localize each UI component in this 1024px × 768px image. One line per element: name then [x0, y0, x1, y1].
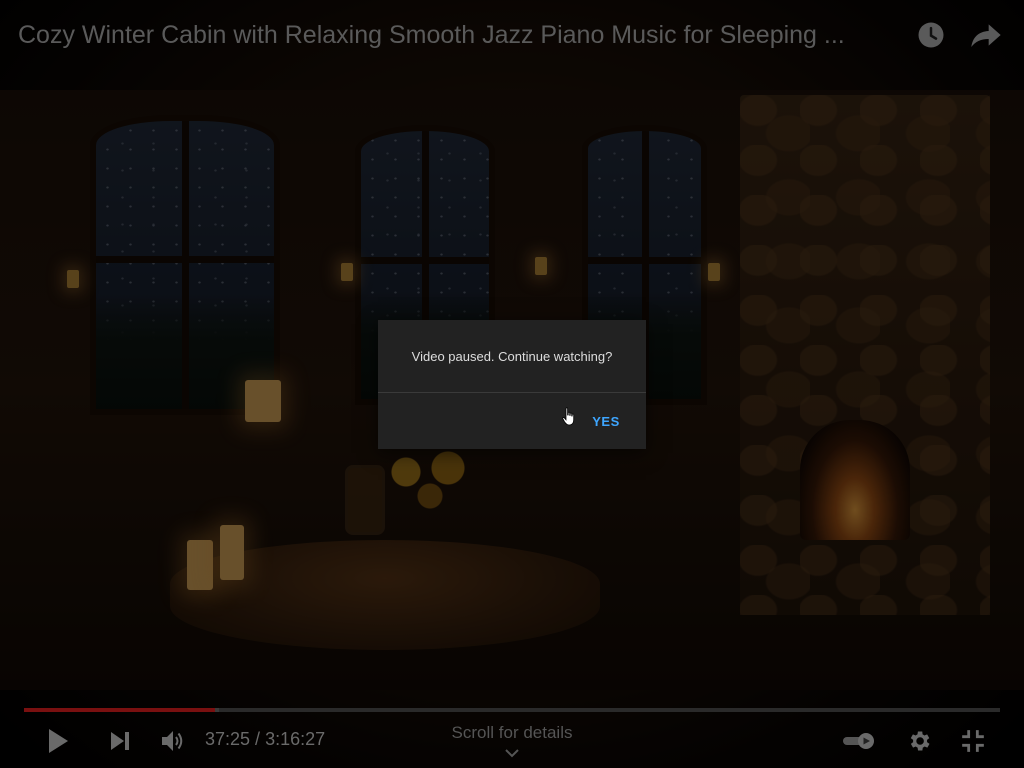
yes-button[interactable]: YES [580, 410, 632, 432]
settings-button[interactable] [902, 724, 936, 758]
current-time: 37:25 [205, 729, 251, 749]
continue-watching-dialog: Video paused. Continue watching? YES [378, 320, 646, 449]
time-display: 37:25 / 3:16:27 [205, 729, 325, 750]
duration: 3:16:27 [265, 729, 326, 749]
volume-icon [162, 731, 183, 751]
skip-next-icon [111, 732, 129, 750]
play-button[interactable] [41, 724, 75, 758]
video-title: Cozy Winter Cabin with Relaxing Smooth J… [18, 21, 845, 49]
gear-icon [910, 731, 930, 751]
volume-button[interactable] [156, 724, 190, 758]
chevron-down-icon[interactable] [503, 746, 521, 760]
exit-fullscreen-icon [962, 730, 984, 752]
share-button[interactable] [969, 18, 1003, 52]
scroll-for-details[interactable]: Scroll for details [412, 723, 612, 743]
play-icon [49, 729, 68, 753]
progress-played [24, 708, 215, 712]
dialog-divider [378, 392, 646, 393]
watch-later-button[interactable] [914, 18, 948, 52]
dialog-message: Video paused. Continue watching? [411, 348, 613, 364]
autoplay-toggle[interactable] [842, 724, 876, 758]
time-separator: / [250, 729, 266, 749]
exit-fullscreen-button[interactable] [956, 724, 990, 758]
progress-bar[interactable] [24, 708, 1000, 712]
hand-cursor-icon [562, 407, 575, 426]
next-button[interactable] [103, 724, 137, 758]
share-arrow-icon [971, 24, 1001, 47]
progress-buffer [215, 708, 219, 712]
clock-icon [918, 22, 944, 48]
autoplay-toggle-icon [843, 733, 874, 749]
